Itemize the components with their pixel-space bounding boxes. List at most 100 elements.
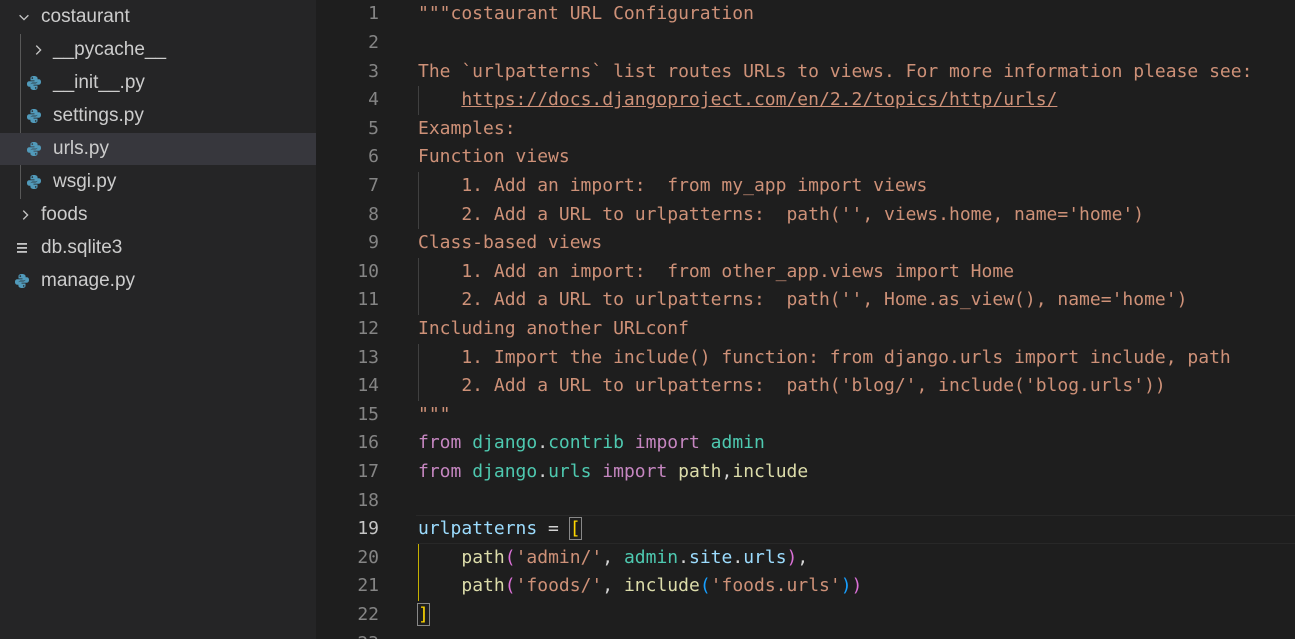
code-token: (: [504, 575, 516, 597]
code-text: from django.contrib import admin: [418, 429, 765, 458]
tree-file-wsgi-py[interactable]: wsgi.py: [0, 166, 316, 198]
code-token: 1. Add an import: from other_app.views i…: [418, 260, 1015, 282]
code-line[interactable]: 10 1. Add an import: from other_app.view…: [316, 258, 1295, 287]
tree-folder-pycache[interactable]: __pycache__: [0, 34, 316, 66]
line-number: 7: [368, 174, 379, 196]
line-number: 8: [368, 203, 379, 225]
code-token: path: [461, 575, 505, 597]
tree-file-manage-py[interactable]: manage.py: [0, 265, 316, 297]
code-text: """costaurant URL Configuration: [418, 0, 754, 29]
tree-item-label: foods: [41, 204, 88, 225]
code-token: [: [568, 517, 582, 541]
code-text: 2. Add a URL to urlpatterns: path('', vi…: [418, 201, 1144, 230]
tree-item-label: manage.py: [41, 270, 136, 291]
tree-folder-foods[interactable]: foods: [0, 199, 316, 231]
code-line[interactable]: 3 The `urlpatterns` list routes URLs to v…: [316, 58, 1295, 87]
code-text: https://docs.djangoproject.com/en/2.2/to…: [418, 86, 1057, 115]
tree-file-init-py[interactable]: __init__.py: [0, 67, 316, 99]
python-icon: [25, 133, 43, 165]
code-token: 2. Add a URL to urlpatterns: path('blog/…: [418, 375, 1166, 397]
tree-item-label: wsgi.py: [53, 171, 117, 192]
explorer-sidebar: costaurant __pycache__ __init__.py setti…: [0, 0, 316, 639]
code-token: ,: [602, 575, 624, 597]
code-token: ): [786, 546, 798, 568]
python-icon: [25, 67, 43, 99]
code-token: Including another URLconf: [418, 317, 689, 339]
code-text: 2. Add a URL to urlpatterns: path('blog/…: [418, 372, 1166, 401]
code-line[interactable]: 5 Examples:: [316, 115, 1295, 144]
code-line[interactable]: 12 Including another URLconf: [316, 315, 1295, 344]
python-icon: [25, 100, 43, 132]
code-line[interactable]: 14 2. Add a URL to urlpatterns: path('bl…: [316, 372, 1295, 401]
indent-guide: [418, 86, 419, 115]
tree-file-urls-py[interactable]: urls.py: [0, 133, 316, 165]
indent-guide: [418, 171, 419, 230]
chevron-down-icon: [14, 1, 34, 33]
line-number: 17: [357, 460, 379, 482]
code-text: Function views: [418, 143, 570, 172]
code-line[interactable]: 16 from django.contrib import admin: [316, 429, 1295, 458]
code-line[interactable]: 8 2. Add a URL to urlpatterns: path('', …: [316, 201, 1295, 230]
code-text: 2. Add a URL to urlpatterns: path('', Ho…: [418, 286, 1187, 315]
code-token: contrib: [548, 432, 624, 454]
code-line[interactable]: 21 path('foods/', include('foods.urls')): [316, 572, 1295, 601]
line-number: 16: [357, 432, 379, 454]
code-token: (: [504, 546, 516, 568]
code-token: ,: [721, 460, 733, 482]
line-number: 12: [357, 317, 379, 339]
code-token: import: [602, 460, 668, 482]
code-token: 'foods.urls': [710, 575, 841, 597]
code-token: urls: [743, 546, 787, 568]
code-text: path('admin/', admin.site.urls),: [418, 544, 808, 573]
code-line[interactable]: 9 Class-based views: [316, 229, 1295, 258]
tree-file-settings-py[interactable]: settings.py: [0, 100, 316, 132]
database-file-icon: [13, 232, 31, 264]
tree-item-label: settings.py: [53, 105, 144, 126]
code-line[interactable]: 6 Function views: [316, 143, 1295, 172]
code-token: 2. Add a URL to urlpatterns: path('', Ho…: [418, 289, 1188, 311]
code-line[interactable]: 15 """: [316, 401, 1295, 430]
code-line[interactable]: 18: [316, 487, 1295, 516]
code-text: ]: [417, 601, 430, 630]
code-token: django: [472, 460, 538, 482]
code-line[interactable]: 11 2. Add a URL to urlpatterns: path('',…: [316, 286, 1295, 315]
code-text: Class-based views: [418, 229, 602, 258]
code-token: .: [537, 432, 549, 454]
code-token: """: [418, 403, 451, 425]
code-token[interactable]: https://docs.djangoproject.com/en/2.2/to…: [461, 89, 1057, 110]
code-line[interactable]: 7 1. Add an import: from my_app import v…: [316, 172, 1295, 201]
code-token: (: [699, 575, 711, 597]
tree-folder-costaurant[interactable]: costaurant: [0, 1, 316, 33]
code-line[interactable]: 13 1. Import the include() function: fro…: [316, 344, 1295, 373]
code-token: Examples:: [418, 117, 516, 139]
tree-item-label: __init__.py: [53, 72, 145, 93]
code-token: from: [418, 460, 462, 482]
code-text: The `urlpatterns` list routes URLs to vi…: [418, 58, 1252, 87]
indent-guide: [418, 343, 419, 401]
code-line[interactable]: 17 from django.urls import path,include: [316, 458, 1295, 487]
code-line[interactable]: 2: [316, 29, 1295, 58]
code-token: .: [732, 546, 744, 568]
code-token: ): [840, 575, 852, 597]
code-line[interactable]: 23: [316, 630, 1295, 639]
bracket-pair-guide: [418, 543, 419, 601]
code-token: from: [418, 432, 462, 454]
code-token: 1. Import the include() function: from d…: [418, 346, 1231, 368]
code-text: 1. Add an import: from my_app import vie…: [418, 172, 927, 201]
code-line[interactable]: 22]: [316, 601, 1295, 630]
code-token: Class-based views: [418, 232, 603, 254]
indent-guide: [418, 257, 419, 315]
code-line[interactable]: 1 """costaurant URL Configuration: [316, 0, 1295, 29]
tree-file-db-sqlite3[interactable]: db.sqlite3: [0, 232, 316, 264]
code-line[interactable]: 19 urlpatterns = [: [316, 515, 1295, 544]
code-token: path: [678, 460, 722, 482]
code-line[interactable]: 4 https://docs.djangoproject.com/en/2.2/…: [316, 86, 1295, 115]
code-token: Function views: [418, 146, 570, 168]
code-editor[interactable]: 1 """costaurant URL Configuration 2 3 The `u…: [316, 0, 1295, 639]
code-line[interactable]: 20 path('admin/', admin.site.urls),: [316, 544, 1295, 573]
code-text: """: [418, 401, 451, 430]
